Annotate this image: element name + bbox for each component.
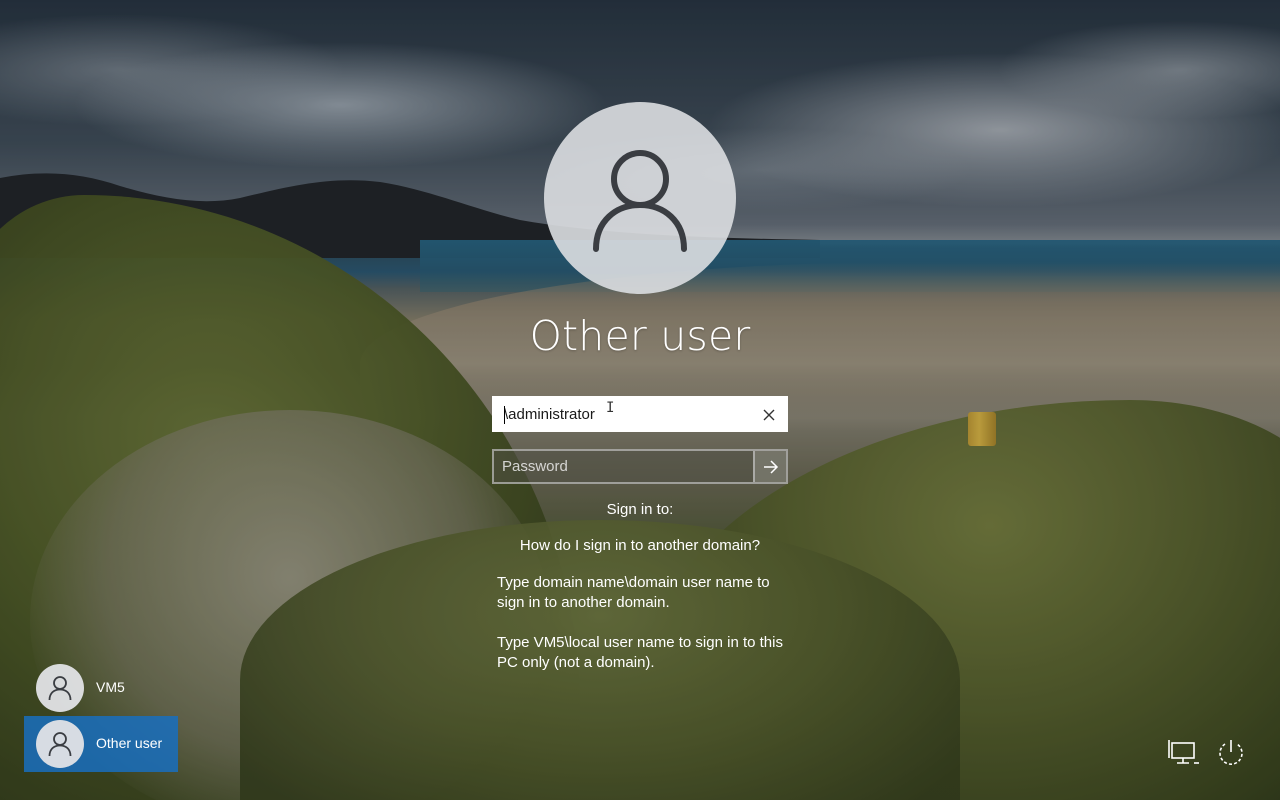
submit-button[interactable] <box>753 451 786 482</box>
user-list: VM5 Other user <box>24 660 178 772</box>
page-title: Other user <box>529 312 751 360</box>
user-avatar <box>544 102 736 294</box>
mouse-cursor-icon: I <box>606 400 615 416</box>
password-input[interactable] <box>494 451 758 482</box>
password-field[interactable] <box>492 449 788 484</box>
help-line-local: Type VM5\local user name to sign in to t… <box>497 634 783 671</box>
power-icon <box>1219 740 1243 765</box>
user-item-other-user[interactable]: Other user <box>24 716 178 772</box>
clear-button[interactable] <box>758 404 780 426</box>
user-icon <box>593 150 687 252</box>
text-caret <box>504 406 505 424</box>
user-item-vm5[interactable]: VM5 <box>24 660 178 716</box>
domain-help-link[interactable]: How do I sign in to another domain? <box>0 537 1280 554</box>
user-icon <box>48 676 72 701</box>
close-icon <box>763 409 775 421</box>
arrow-right-icon <box>763 459 778 474</box>
sign-in-to-label: Sign in to: <box>606 501 674 518</box>
network-button[interactable] <box>1167 738 1201 768</box>
username-input[interactable] <box>500 398 754 430</box>
network-icon <box>1168 740 1199 764</box>
power-button[interactable] <box>1214 738 1248 768</box>
avatar <box>36 664 84 712</box>
user-item-label: Other user <box>96 735 163 751</box>
lock-screen: Other user I Sign in to: How do I sign i… <box>0 0 1280 800</box>
username-field[interactable] <box>492 396 788 432</box>
user-icon <box>48 732 72 757</box>
help-line-domain: Type domain name\domain user name to sig… <box>497 574 770 611</box>
domain-help-text: Type domain name\domain user name to sig… <box>497 573 797 693</box>
user-item-label: VM5 <box>96 679 125 695</box>
avatar <box>36 720 84 768</box>
